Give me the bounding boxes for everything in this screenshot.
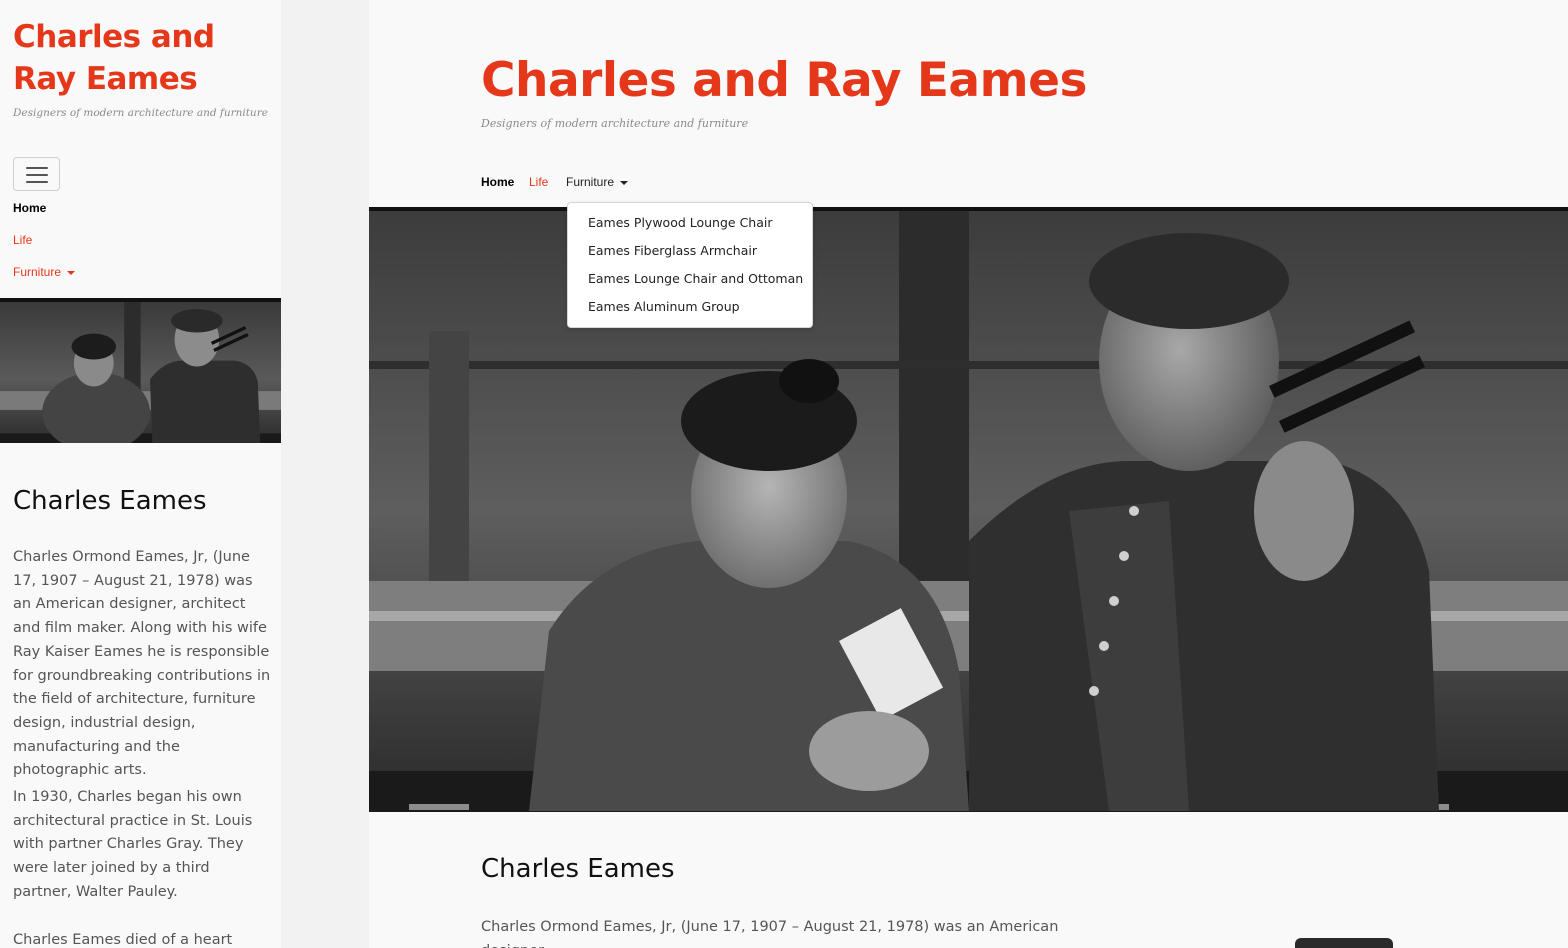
article-paragraph: In 1930, Charles began his own architect… (13, 789, 253, 900)
nav-furniture-toggle[interactable]: Furniture (566, 175, 629, 189)
header-photo (369, 207, 1568, 812)
site-tagline: Designers of modern architecture and fur… (481, 117, 749, 130)
dropdown-item-plywood-lounge-chair[interactable]: Eames Plywood Lounge Chair (568, 213, 812, 241)
sidebar-image (1295, 938, 1393, 948)
nav-furniture-toggle[interactable]: Furniture (13, 265, 76, 279)
nav-life-link[interactable]: Life (13, 233, 32, 247)
article-paragraph: Charles Ormond Eames, Jr, (June 17, 1907… (13, 549, 271, 779)
article-heading: Charles Eames (481, 854, 675, 884)
site-title[interactable]: Charles and Ray Eames (481, 52, 1087, 110)
nav-furniture-label: Furniture (566, 175, 615, 189)
mobile-view: Charles and Ray Eames Designers of moder… (0, 0, 281, 948)
dropdown-item-lounge-chair-ottoman[interactable]: Eames Lounge Chair and Ottoman (568, 269, 812, 297)
article-paragraph: Charles Ormond Eames, Jr, (June 17, 1907… (481, 919, 1059, 948)
panel-divider (281, 0, 369, 948)
site-tagline: Designers of modern architecture and fur… (13, 107, 268, 119)
article-paragraph: Charles Eames died of a heart attack (13, 932, 233, 948)
caret-down-icon (620, 180, 629, 185)
desktop-view: Charles and Ray Eames Designers of moder… (369, 0, 1568, 948)
nav-home-link[interactable]: Home (13, 201, 46, 215)
header-photo (0, 298, 281, 443)
nav-furniture-label: Furniture (13, 265, 62, 279)
furniture-dropdown-menu: Eames Plywood Lounge Chair Eames Fibergl… (567, 202, 813, 328)
site-title[interactable]: Charles and Ray Eames (13, 16, 273, 100)
article-heading: Charles Eames (13, 486, 207, 516)
nav-life-link[interactable]: Life (529, 175, 548, 189)
caret-down-icon (67, 270, 76, 275)
nav-home-link[interactable]: Home (481, 175, 514, 189)
hamburger-menu-icon[interactable] (13, 157, 60, 191)
dropdown-item-aluminum-group[interactable]: Eames Aluminum Group (568, 297, 812, 325)
dropdown-item-fiberglass-armchair[interactable]: Eames Fiberglass Armchair (568, 241, 812, 269)
